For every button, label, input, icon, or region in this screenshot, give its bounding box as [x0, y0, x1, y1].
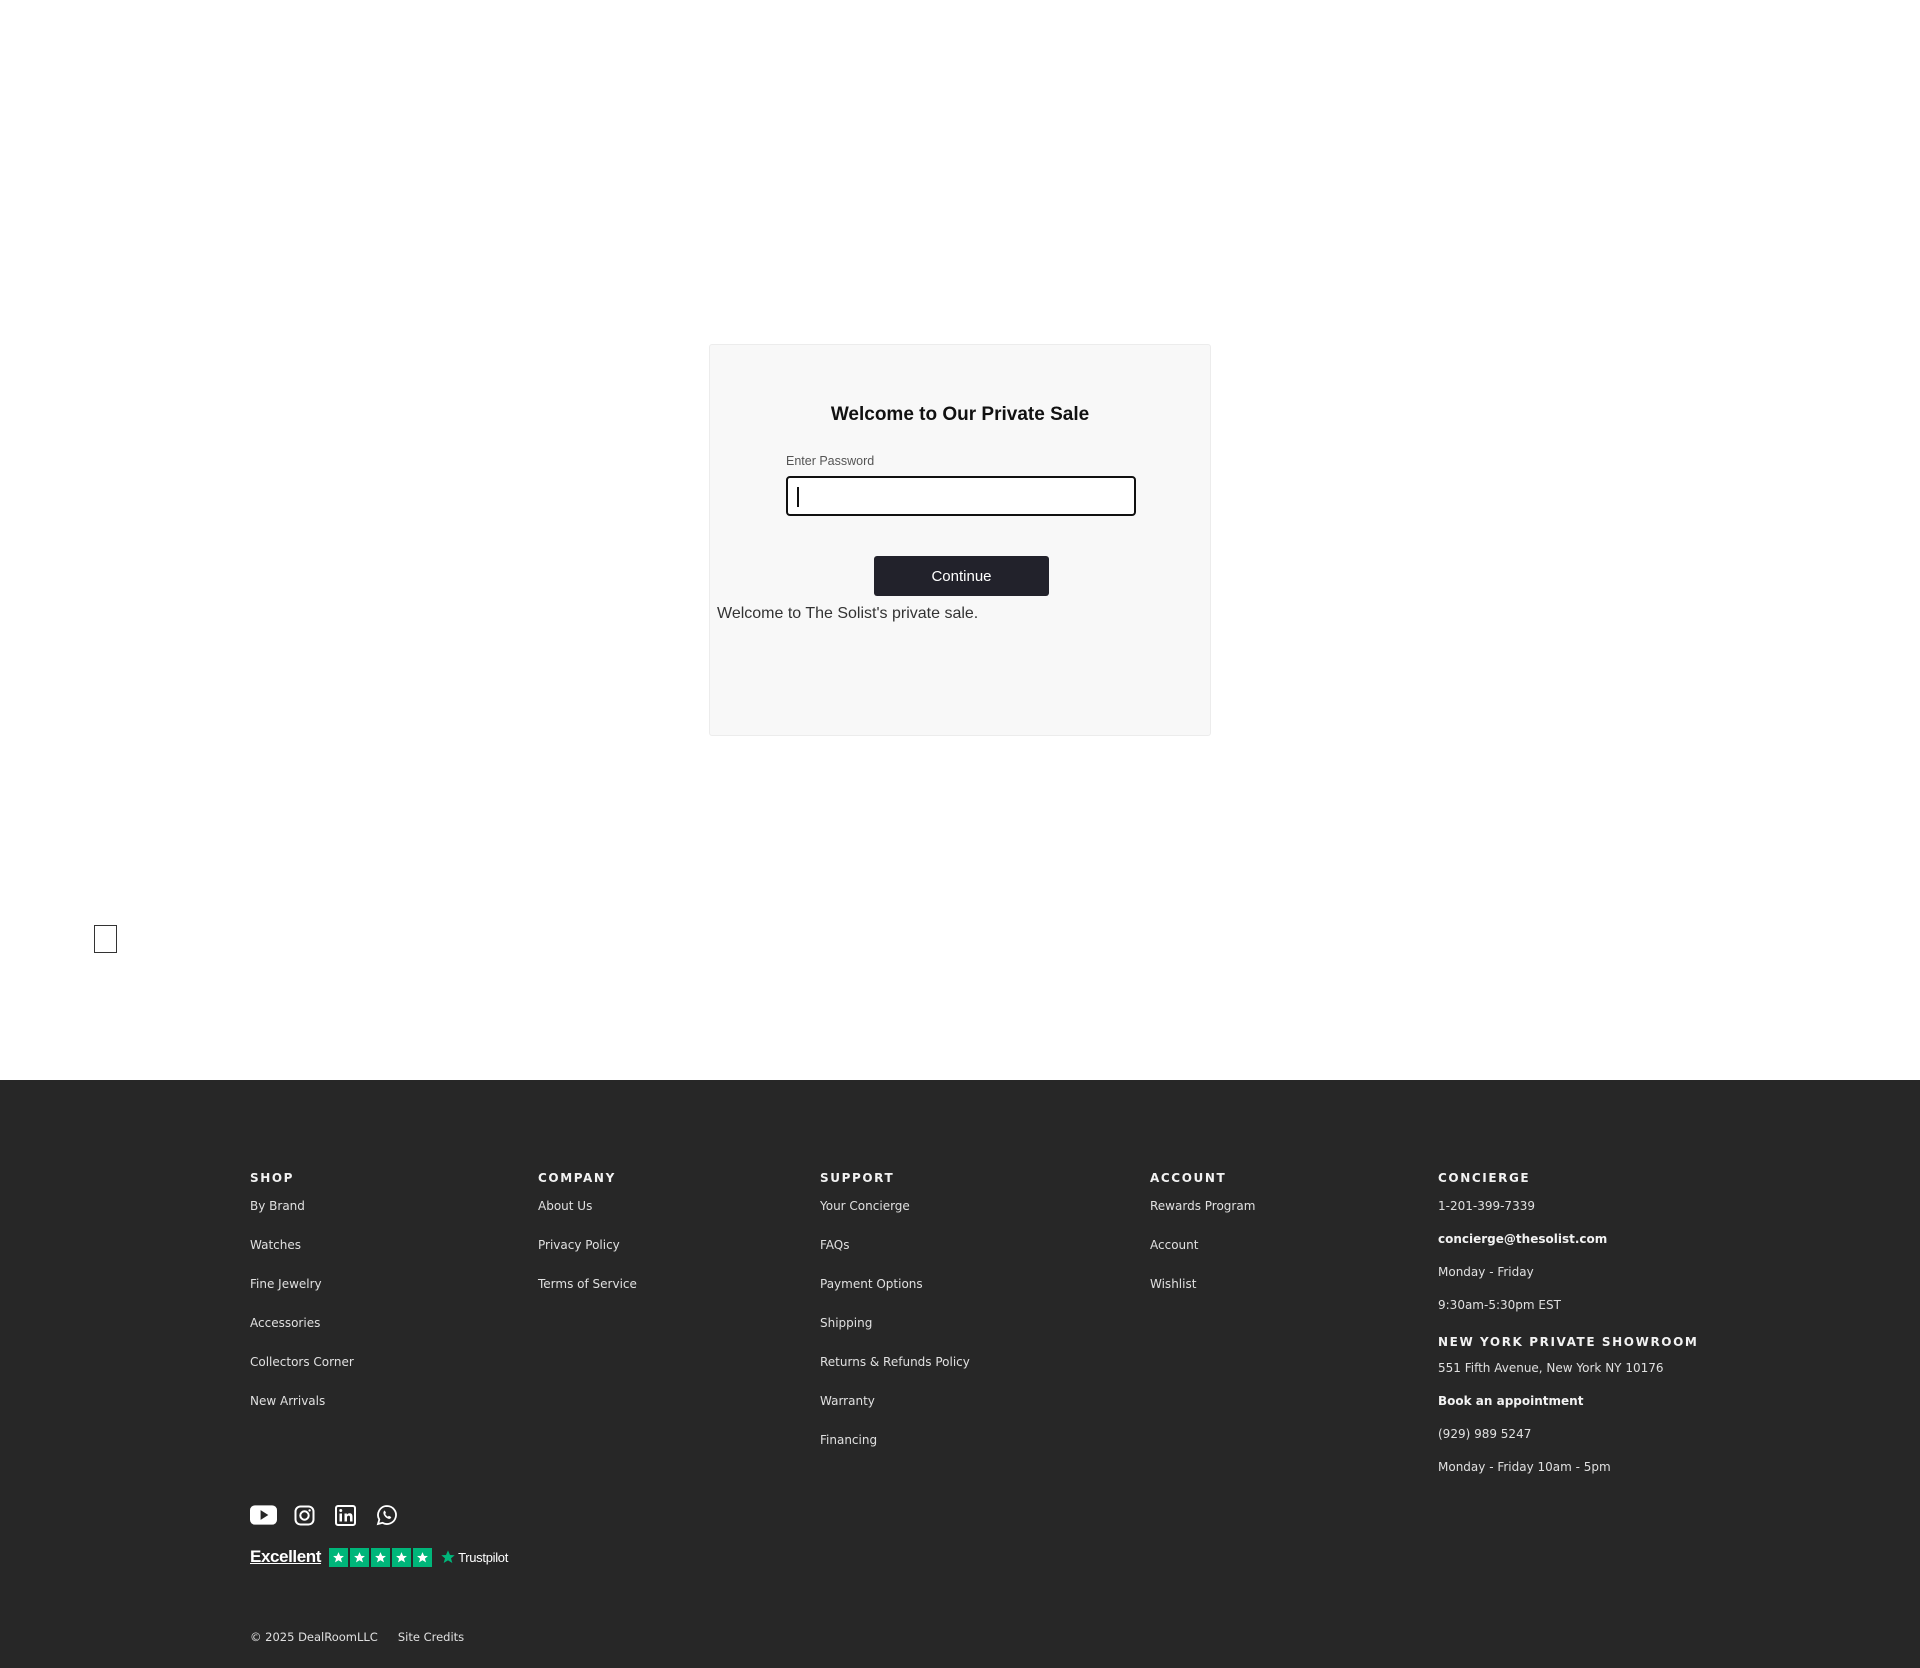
- footer-link[interactable]: Watches: [250, 1238, 354, 1277]
- trustpilot-brand: Trustpilot: [458, 1549, 509, 1565]
- book-appointment-link[interactable]: Book an appointment: [1438, 1394, 1698, 1427]
- star-icon: [413, 1547, 433, 1567]
- page-title: Welcome to Our Private Sale: [830, 404, 1090, 425]
- instagram-icon[interactable]: [291, 1504, 318, 1526]
- footer-link[interactable]: About Us: [538, 1199, 637, 1238]
- footer-link[interactable]: Fine Jewelry: [250, 1277, 354, 1316]
- site-credits-link[interactable]: Site Credits: [398, 1630, 464, 1644]
- footer-link[interactable]: Privacy Policy: [538, 1238, 637, 1277]
- footer-link[interactable]: Account: [1150, 1238, 1255, 1277]
- concierge-email[interactable]: concierge@thesolist.com: [1438, 1232, 1698, 1265]
- footer-link[interactable]: Rewards Program: [1150, 1199, 1255, 1238]
- linkedin-icon[interactable]: [332, 1504, 359, 1526]
- star-icon: [392, 1547, 412, 1567]
- footer-column-account: ACCOUNT Rewards Program Account Wishlist: [1150, 1171, 1255, 1316]
- copyright: © 2025 DealRoomLLC: [250, 1630, 378, 1644]
- star-icon: [350, 1547, 370, 1567]
- password-card: Welcome to Our Private Sale Enter Passwo…: [709, 344, 1211, 736]
- continue-button[interactable]: Continue: [874, 556, 1049, 596]
- broken-image-placeholder: [94, 925, 117, 953]
- footer-link[interactable]: Your Concierge: [820, 1199, 970, 1238]
- footer-link[interactable]: Payment Options: [820, 1277, 970, 1316]
- password-input[interactable]: [786, 476, 1136, 516]
- footer-heading-account: ACCOUNT: [1150, 1171, 1227, 1185]
- footer-heading-concierge: CONCIERGE: [1438, 1171, 1531, 1185]
- trustpilot-rating-word: Excellent: [250, 1547, 322, 1566]
- password-label: Enter Password: [786, 454, 875, 468]
- trustpilot-logo: Trustpilot: [440, 1549, 508, 1565]
- concierge-hours: 9:30am-5:30pm EST: [1438, 1298, 1561, 1312]
- trustpilot-stars: [329, 1547, 433, 1567]
- footer-column-support: SUPPORT Your Concierge FAQs Payment Opti…: [820, 1171, 970, 1472]
- star-icon: [329, 1547, 349, 1567]
- legal-bar: © 2025 DealRoomLLC Site Credits: [250, 1630, 464, 1644]
- footer-link[interactable]: Wishlist: [1150, 1277, 1255, 1316]
- footer-heading-shop: SHOP: [250, 1171, 295, 1185]
- star-icon: [371, 1547, 391, 1567]
- footer-link[interactable]: Terms of Service: [538, 1277, 637, 1316]
- footer-column-shop: SHOP By Brand Watches Fine Jewelry Acces…: [250, 1171, 354, 1433]
- footer-heading-showroom: NEW YORK PRIVATE SHOWROOM: [1438, 1335, 1699, 1349]
- trustpilot-widget[interactable]: Excellent Trustpilot: [250, 1547, 508, 1567]
- footer-heading-company: COMPANY: [538, 1171, 616, 1185]
- footer-link[interactable]: New Arrivals: [250, 1394, 354, 1433]
- showroom-phone[interactable]: (929) 989 5247: [1438, 1427, 1698, 1460]
- concierge-phone[interactable]: 1-201-399-7339: [1438, 1199, 1698, 1232]
- trustpilot-star-icon: [441, 1550, 455, 1563]
- footer-link[interactable]: Financing: [820, 1433, 970, 1472]
- social-links: [250, 1504, 400, 1526]
- footer-link[interactable]: Returns & Refunds Policy: [820, 1355, 970, 1394]
- youtube-icon[interactable]: [250, 1504, 277, 1526]
- footer-link[interactable]: Accessories: [250, 1316, 354, 1355]
- whatsapp-icon[interactable]: [373, 1504, 400, 1526]
- footer-link[interactable]: Collectors Corner: [250, 1355, 354, 1394]
- footer-link[interactable]: FAQs: [820, 1238, 970, 1277]
- footer-heading-support: SUPPORT: [820, 1171, 895, 1185]
- site-footer: SHOP By Brand Watches Fine Jewelry Acces…: [0, 1080, 1920, 1668]
- footer-column-concierge: CONCIERGE 1-201-399-7339 concierge@theso…: [1438, 1171, 1698, 1493]
- concierge-days: Monday - Friday: [1438, 1265, 1534, 1279]
- footer-link[interactable]: Warranty: [820, 1394, 970, 1433]
- welcome-message: Welcome to The Solist's private sale.: [717, 605, 979, 622]
- showroom-hours: Monday - Friday 10am - 5pm: [1438, 1460, 1611, 1474]
- footer-link[interactable]: Shipping: [820, 1316, 970, 1355]
- footer-column-company: COMPANY About Us Privacy Policy Terms of…: [538, 1171, 637, 1316]
- showroom-address: 551 Fifth Avenue, New York NY 10176: [1438, 1361, 1664, 1375]
- footer-link[interactable]: By Brand: [250, 1199, 354, 1238]
- text-caret: [797, 487, 799, 507]
